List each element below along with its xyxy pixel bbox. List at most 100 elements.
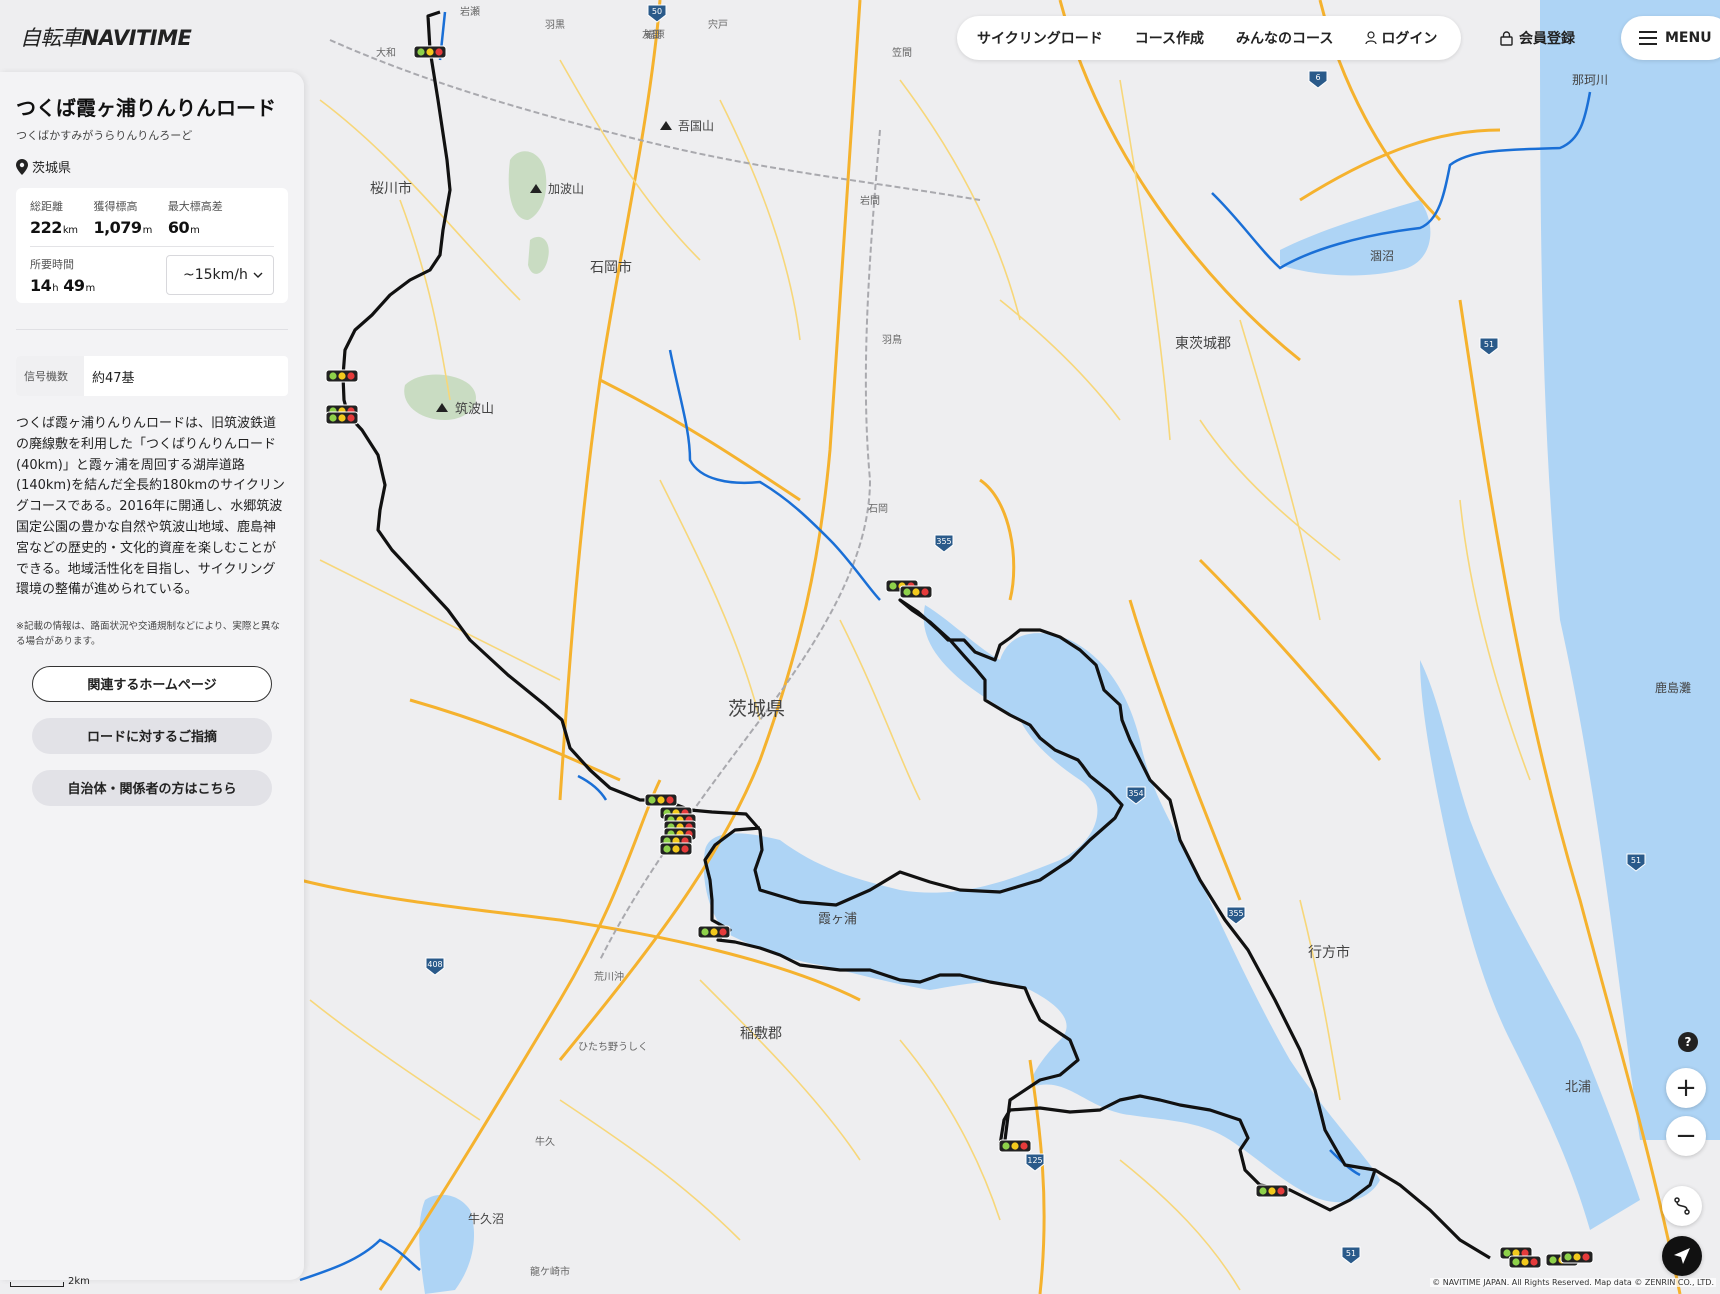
lock-icon <box>1500 30 1513 46</box>
stat-distance-unit: km <box>62 225 78 236</box>
svg-text:51: 51 <box>1346 1249 1356 1258</box>
zoom-in-button[interactable]: + <box>1666 1068 1706 1108</box>
route-description: つくば霞ヶ浦りんりんロードは、旧筑波鉄道の廃線敷を利用した「つくばりんりんロード… <box>16 416 285 598</box>
map-copyright: © NAVITIME JAPAN. All Rights Reserved. M… <box>1430 1278 1716 1287</box>
map-label-iwama: 岩間 <box>860 194 880 207</box>
location-arrow-icon <box>1674 1248 1690 1264</box>
map-label-hatori: 羽鳥 <box>882 333 902 346</box>
chevron-down-icon <box>253 272 263 278</box>
route-detail-panel: つくば霞ヶ浦りんりんロード つくばかすみがうらりんりんろーど 茨城県 総距離 2… <box>0 72 304 1280</box>
stat-duration-hours: 14 <box>30 275 52 295</box>
map-scale: 2km <box>10 1276 90 1287</box>
person-icon <box>1365 31 1377 45</box>
route-title: つくば霞ヶ浦りんりんロード <box>16 96 276 120</box>
map-label-kashimanada: 鹿島灘 <box>1655 680 1691 695</box>
map-label-hanyu: 羽黒 <box>545 19 565 31</box>
scale-bar <box>10 1282 64 1287</box>
zoom-out-button[interactable]: − <box>1666 1116 1706 1156</box>
traffic-signal-icon[interactable] <box>325 411 359 425</box>
map-pin-icon <box>16 158 28 175</box>
route-reading: つくばかすみがうらりんりんろーど <box>16 129 193 142</box>
stat-max-diff-unit: m <box>190 225 200 236</box>
stat-distance-value: 222 <box>30 218 62 237</box>
stat-max-elevation-diff: 最大標高差 60m <box>168 198 223 237</box>
map-label-mt-azuma: 吾国山 <box>678 119 714 133</box>
map-label-nakagawa: 那珂川 <box>1572 73 1608 87</box>
traffic-signal-icon[interactable] <box>1508 1255 1542 1269</box>
map-label-shishido: 宍戸 <box>708 18 728 31</box>
menu-label: MENU <box>1665 30 1712 46</box>
map-label-ibaraki-pref: 茨城県 <box>728 698 785 720</box>
map-label-ushikunuma: 牛久沼 <box>468 1211 504 1226</box>
section-divider <box>16 329 288 330</box>
map-label-iwase: 岩瀬 <box>460 5 480 18</box>
speed-select[interactable]: ~15km/h <box>166 255 274 295</box>
traffic-signal-icon[interactable] <box>998 1139 1032 1153</box>
scale-label: 2km <box>68 1276 90 1287</box>
traffic-signal-icon[interactable] <box>697 925 731 939</box>
stat-duration-h-unit: h <box>52 282 59 294</box>
nav-everyone-courses[interactable]: みんなのコース <box>1236 28 1333 48</box>
map-label-mt-tsukuba: 筑波山 <box>455 401 494 417</box>
traffic-signal-icon[interactable] <box>899 585 933 599</box>
svg-text:354: 354 <box>1128 789 1143 798</box>
map-label-hinuma: 涸沼 <box>1370 249 1394 263</box>
stats-divider <box>30 246 274 247</box>
svg-text:51: 51 <box>1631 856 1641 865</box>
stat-elevation-gain: 獲得標高 1,079m <box>93 198 152 237</box>
prefecture: 茨城県 <box>16 157 288 176</box>
map-label-fukuhara: 福原 <box>645 28 665 41</box>
signal-count-label: 信号機数 <box>16 356 84 396</box>
map-label-ishioka-station: 石岡 <box>868 503 888 515</box>
traffic-signal-icon[interactable] <box>1255 1184 1289 1198</box>
map-label-yamato: 大和 <box>376 46 396 59</box>
traffic-signal-icon[interactable] <box>325 369 359 383</box>
disclaimer-note: ※記載の情報は、路面状況や交通規制などにより、実際と異なる場合があります。 <box>16 621 280 648</box>
svg-text:51: 51 <box>1484 340 1494 349</box>
stat-distance-label: 総距離 <box>30 200 63 213</box>
map-label-arakawaoki: 荒川沖 <box>594 970 624 983</box>
zoom-in-label: + <box>1675 1073 1697 1103</box>
traffic-signal-icon[interactable] <box>644 793 678 807</box>
register-button[interactable]: 会員登録 <box>1500 28 1575 48</box>
speed-select-value: ~15km/h <box>183 267 248 283</box>
map-label-mt-kaba: 加波山 <box>548 182 584 196</box>
stat-duration-label: 所要時間 <box>30 257 74 271</box>
current-location-button[interactable] <box>1662 1236 1702 1276</box>
route-icon <box>1674 1197 1690 1215</box>
main-nav: サイクリングロード コース作成 みんなのコース ログイン <box>957 16 1461 60</box>
route-draw-button[interactable] <box>1662 1186 1702 1226</box>
help-button[interactable]: ? <box>1678 1032 1698 1052</box>
nav-cycling-road[interactable]: サイクリングロード <box>977 28 1103 48</box>
signal-count: 信号機数 約47基 <box>16 356 288 396</box>
svg-text:408: 408 <box>427 960 442 969</box>
svg-text:355: 355 <box>1228 909 1243 918</box>
homepage-button[interactable]: 関連するホームページ <box>32 665 272 702</box>
traffic-signal-icon[interactable] <box>413 45 447 59</box>
svg-text:125: 125 <box>1027 1156 1042 1165</box>
nav-course-create[interactable]: コース作成 <box>1135 28 1204 48</box>
nav-login-label: ログイン <box>1381 31 1438 47</box>
map-label-ryugasaki: 龍ケ崎市 <box>530 1265 570 1278</box>
menu-button[interactable]: MENU <box>1621 16 1720 60</box>
stat-elevation-gain-value: 1,079 <box>93 218 142 237</box>
site-logo[interactable]: 自転車NAVITIME <box>20 22 192 52</box>
traffic-signal-icon[interactable] <box>659 842 693 856</box>
stats-card: 総距離 222km 獲得標高 1,079m 最大標高差 60m 所要時間 14h… <box>16 188 288 303</box>
feedback-button[interactable]: ロードに対するご指摘 <box>32 717 272 754</box>
svg-text:355: 355 <box>936 537 951 546</box>
nav-login[interactable]: ログイン <box>1365 28 1437 48</box>
stat-duration-m-unit: m <box>85 282 95 294</box>
zoom-out-label: − <box>1675 1121 1697 1151</box>
traffic-signal-icon[interactable] <box>1560 1250 1594 1264</box>
stat-duration-minutes: 49 <box>63 275 85 295</box>
map-label-namegata: 行方市 <box>1308 944 1350 961</box>
signal-count-value: 約47基 <box>92 370 135 386</box>
svg-text:50: 50 <box>652 7 662 16</box>
stat-max-diff-value: 60 <box>167 218 190 237</box>
stat-max-diff-label: 最大標高差 <box>167 200 223 213</box>
svg-text:6: 6 <box>1315 73 1320 82</box>
municipality-button[interactable]: 自治体・関係者の方はこちら <box>32 769 272 806</box>
register-label: 会員登録 <box>1519 31 1575 47</box>
map-label-ushiku: 牛久 <box>535 1135 555 1148</box>
